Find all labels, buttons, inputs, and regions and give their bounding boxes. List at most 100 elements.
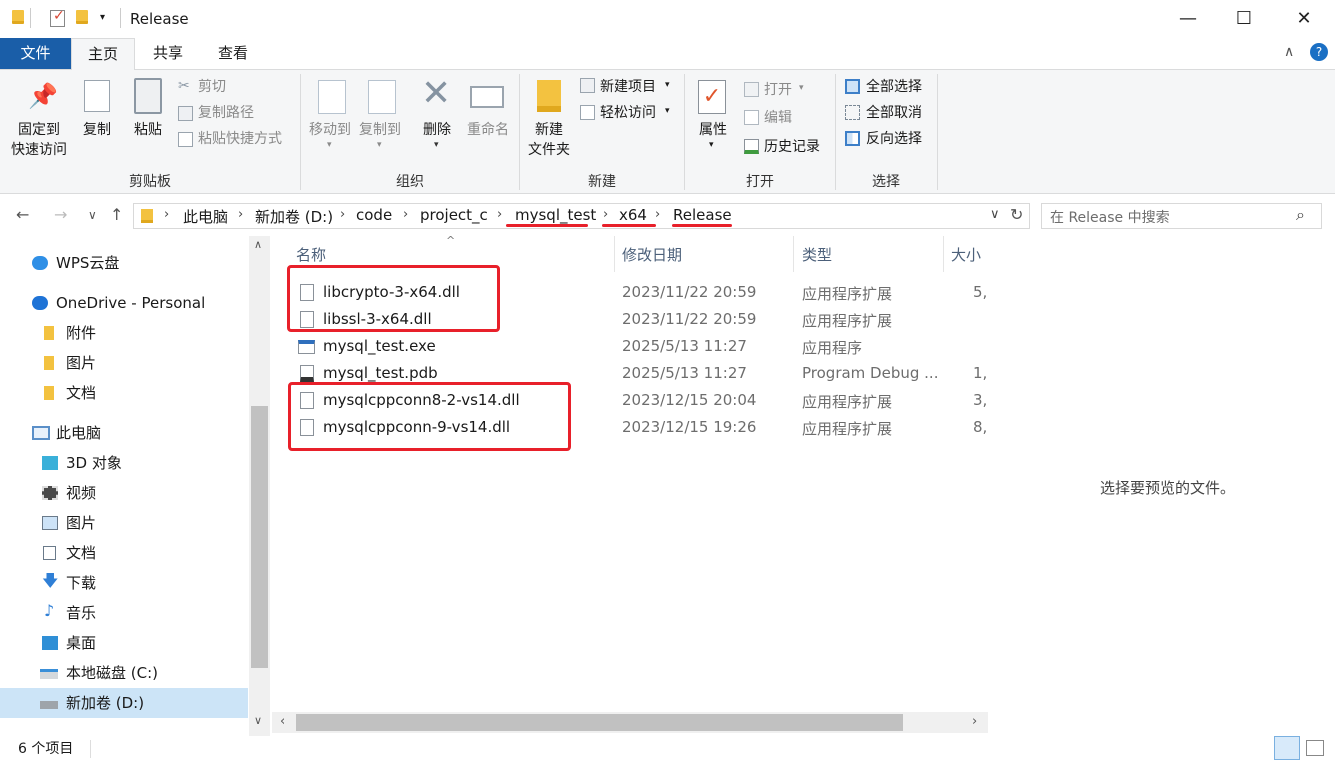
back-arrow-icon[interactable]: ← (16, 205, 29, 224)
minimize-button[interactable]: — (1165, 4, 1211, 34)
copy-to-button[interactable]: 复制到 (354, 120, 406, 140)
refresh-icon[interactable]: ↻ (1010, 205, 1023, 224)
collapse-ribbon-icon[interactable]: ∧ (1284, 44, 1294, 60)
scroll-left-icon[interactable]: ‹ (280, 714, 285, 729)
breadcrumb-separator-icon[interactable]: › (238, 207, 243, 222)
tab-file[interactable]: 文件 (0, 38, 71, 69)
copy-icon (84, 80, 110, 112)
large-icons-view-icon[interactable] (1306, 740, 1324, 756)
folder-icon (44, 386, 54, 400)
breadcrumb-release[interactable]: Release (673, 206, 732, 224)
customize-dropdown-icon[interactable]: ▾ (100, 12, 105, 23)
details-view-icon[interactable] (1274, 736, 1300, 760)
breadcrumb-mysql-test[interactable]: mysql_test (515, 206, 596, 224)
nav-item-drive-c[interactable]: 本地磁盘 (C:) (0, 658, 248, 688)
copy-button[interactable]: 复制 (78, 120, 116, 140)
nav-item-drive-d[interactable]: 新加卷 (D:) (0, 688, 248, 718)
move-to-button[interactable]: 移动到 (304, 120, 356, 140)
select-all-icon (845, 79, 860, 94)
nav-item-onedrive-pictures[interactable]: 图片 (0, 348, 248, 378)
properties-quick-icon[interactable] (50, 8, 65, 27)
breadcrumb-separator-icon[interactable]: › (164, 207, 169, 222)
properties-icon: ✓ (698, 80, 726, 114)
scrollbar-thumb[interactable] (296, 714, 903, 731)
easy-access-button[interactable]: 轻松访问 (600, 103, 656, 123)
documents-icon (43, 546, 56, 560)
column-divider[interactable] (793, 236, 794, 272)
breadcrumb-separator-icon[interactable]: › (655, 207, 660, 222)
new-folder-button[interactable]: 新建 文件夹 (524, 120, 574, 160)
column-header-name[interactable]: 名称 (296, 244, 326, 265)
nav-item-videos[interactable]: 视频 (0, 478, 248, 508)
search-input[interactable]: 在 Release 中搜索 ⌕ (1041, 203, 1322, 229)
copy-path-button[interactable]: 复制路径 (198, 103, 254, 123)
nav-item-pictures[interactable]: 图片 (0, 508, 248, 538)
tab-view[interactable]: 查看 (202, 38, 264, 69)
easy-access-icon (580, 105, 595, 120)
column-divider[interactable] (943, 236, 944, 272)
invert-selection-button[interactable]: 反向选择 (866, 129, 922, 149)
forward-arrow-icon[interactable]: → (54, 205, 67, 224)
address-history-chevron-icon[interactable]: ∨ (990, 207, 1000, 222)
nav-item-3d-objects[interactable]: 3D 对象 (0, 448, 248, 478)
nav-item-desktop[interactable]: 桌面 (0, 628, 248, 658)
breadcrumb-this-pc[interactable]: 此电脑 (183, 206, 228, 227)
nav-scrollbar[interactable]: ∧ ∨ (249, 236, 270, 736)
maximize-button[interactable]: ☐ (1221, 4, 1267, 34)
breadcrumb-code[interactable]: code (356, 206, 392, 224)
nav-item-this-pc[interactable]: 此电脑 (0, 418, 248, 448)
breadcrumb-separator-icon[interactable]: › (497, 207, 502, 222)
nav-item-music[interactable]: ♪ 音乐 (0, 598, 248, 628)
item-count: 6 个项目 (18, 741, 74, 757)
breadcrumb-x64[interactable]: x64 (619, 206, 647, 224)
paste-button[interactable]: 粘贴 (128, 120, 168, 140)
delete-button[interactable]: 删除 (416, 120, 458, 140)
rename-button[interactable]: 重命名 (462, 120, 514, 140)
breadcrumb-separator-icon[interactable]: › (403, 207, 408, 222)
column-header-date[interactable]: 修改日期 (622, 244, 682, 265)
edit-button[interactable]: 编辑 (764, 108, 792, 128)
column-header-type[interactable]: 类型 (802, 244, 832, 265)
paste-shortcut-button[interactable]: 粘贴快捷方式 (198, 129, 282, 149)
tab-home[interactable]: 主页 (71, 38, 135, 70)
tab-share[interactable]: 共享 (137, 38, 199, 69)
new-item-button[interactable]: 新建项目 (600, 77, 656, 97)
breadcrumb-drive-d[interactable]: 新加卷 (D:) (255, 206, 333, 227)
breadcrumb-project-c[interactable]: project_c (420, 206, 488, 224)
scroll-up-icon[interactable]: ∧ (254, 238, 262, 251)
chevron-down-icon: ▾ (434, 140, 439, 150)
breadcrumb-separator-icon[interactable]: › (340, 207, 345, 222)
scroll-down-icon[interactable]: ∨ (254, 714, 262, 727)
new-folder-quick-icon[interactable] (76, 10, 88, 24)
open-button[interactable]: 打开 (764, 80, 792, 100)
nav-item-downloads[interactable]: 🡇 下载 (0, 568, 248, 598)
cut-button[interactable]: 剪切 (198, 77, 226, 97)
up-arrow-icon[interactable]: ↑ (110, 205, 123, 224)
column-header-size[interactable]: 大小 (951, 244, 981, 265)
recent-locations-chevron-icon[interactable]: ∨ (88, 208, 97, 222)
nav-item-attachments[interactable]: 附件 (0, 318, 248, 348)
nav-item-wps-cloud[interactable]: WPS云盘 (0, 248, 248, 278)
scrollbar-thumb[interactable] (251, 406, 268, 668)
select-all-button[interactable]: 全部选择 (866, 77, 922, 97)
exe-file-icon (298, 340, 315, 354)
close-button[interactable]: ✕ (1281, 4, 1327, 34)
nav-item-onedrive[interactable]: OneDrive - Personal (0, 288, 248, 318)
nav-item-onedrive-documents[interactable]: 文档 (0, 378, 248, 408)
help-icon[interactable]: ? (1310, 43, 1328, 61)
file-explorer-window: ▾ Release — ☐ ✕ 文件 主页 共享 查看 ∧ ? 📌 固定到 快速… (0, 0, 1335, 763)
chevron-down-icon: ▾ (327, 140, 332, 150)
history-button[interactable]: 历史记录 (764, 137, 820, 157)
pin-icon: 📌 (28, 82, 58, 110)
horizontal-scrollbar[interactable]: ‹ › (272, 712, 988, 733)
cloud-icon (32, 256, 48, 270)
file-row-mysql-test-exe[interactable]: mysql_test.exe 2025/5/13 11:27 应用程序 (288, 333, 988, 360)
properties-button[interactable]: 属性 (692, 120, 734, 140)
scroll-right-icon[interactable]: › (972, 714, 977, 729)
nav-item-documents[interactable]: 文档 (0, 538, 248, 568)
search-icon[interactable]: ⌕ (1296, 205, 1305, 225)
select-none-button[interactable]: 全部取消 (866, 103, 922, 123)
breadcrumb-separator-icon[interactable]: › (603, 207, 608, 222)
pin-to-quick-access-button[interactable]: 固定到 快速访问 (6, 120, 72, 160)
column-divider[interactable] (614, 236, 615, 272)
